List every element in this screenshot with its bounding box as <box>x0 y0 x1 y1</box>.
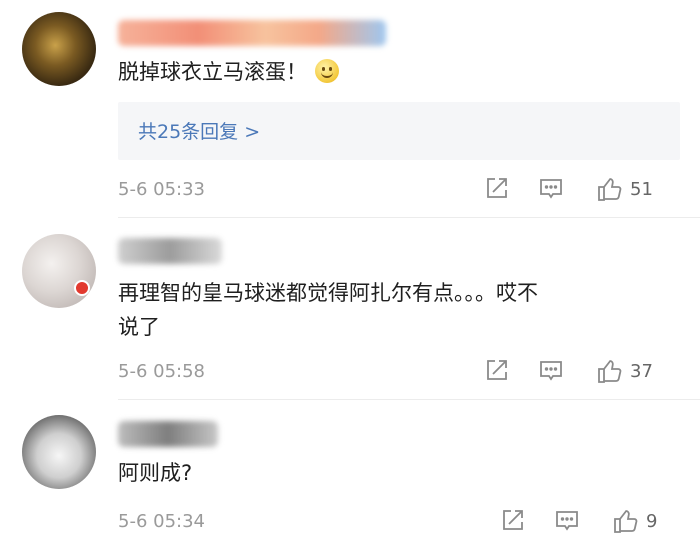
comment-time: 5-6 05:34 <box>118 511 205 532</box>
username-blurred[interactable] <box>118 20 386 46</box>
comment-text: 再理智的皇马球迷都觉得阿扎尔有点。。。哎不 说了 <box>118 281 538 339</box>
thumbs-up-icon[interactable] <box>596 357 624 385</box>
comment-divider <box>118 217 700 218</box>
share-icon[interactable] <box>484 357 510 385</box>
comment-meta: 5-6 05:58 37 <box>118 357 680 387</box>
replies-box[interactable]: 共25条回复 > <box>118 102 680 160</box>
view-replies-link[interactable]: 共25条回复 > <box>138 117 260 144</box>
comment-icon[interactable] <box>554 507 580 535</box>
comment-icon[interactable] <box>538 175 564 203</box>
comment-meta: 5-6 05:33 51 <box>118 175 680 205</box>
comment-icon[interactable] <box>538 357 564 385</box>
username-blurred[interactable] <box>118 421 218 447</box>
share-icon[interactable] <box>500 507 526 535</box>
thumbs-up-icon[interactable] <box>612 507 640 535</box>
like-count: 37 <box>630 361 653 382</box>
verified-badge-icon <box>74 280 90 296</box>
avatar[interactable] <box>22 12 96 86</box>
share-icon[interactable] <box>484 175 510 203</box>
comment-actions: 51 <box>480 175 680 205</box>
comment-actions: 37 <box>480 357 680 387</box>
username-blurred[interactable] <box>118 238 222 264</box>
avatar[interactable] <box>22 415 96 489</box>
like-count: 51 <box>630 179 653 200</box>
thumbs-up-icon[interactable] <box>596 175 624 203</box>
avatar[interactable] <box>22 234 96 308</box>
comment-time: 5-6 05:58 <box>118 361 205 382</box>
comment-actions: 9 <box>500 507 680 537</box>
comment-meta: 5-6 05:34 9 <box>118 507 680 537</box>
smile-emoji-icon <box>315 59 339 83</box>
comment-time: 5-6 05:33 <box>118 179 205 200</box>
comment-text: 阿则成? <box>118 461 193 485</box>
comment-divider <box>118 399 700 400</box>
comment-text: 脱掉球衣立马滚蛋！ <box>118 55 670 89</box>
like-count: 9 <box>646 511 658 532</box>
